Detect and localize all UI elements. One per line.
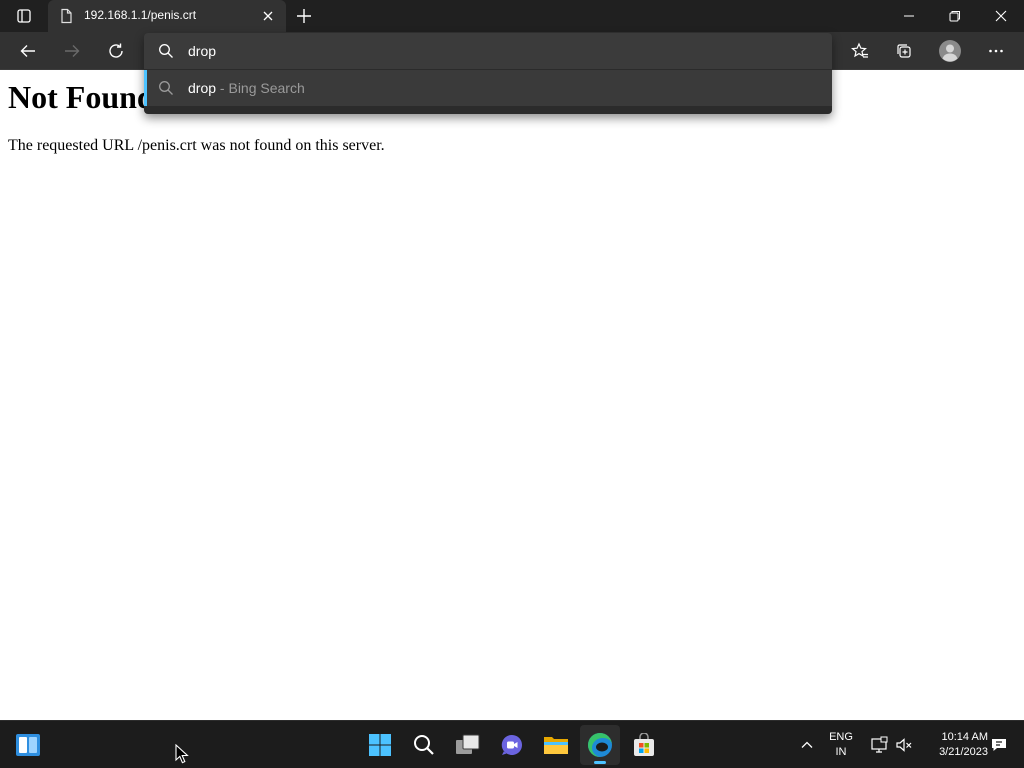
start-icon <box>369 734 391 756</box>
address-bar-dropdown: drop - Bing Search <box>144 33 832 114</box>
language-region: IN <box>835 746 847 758</box>
close-window-button[interactable] <box>978 0 1024 32</box>
address-input[interactable] <box>188 42 788 60</box>
forward-arrow-icon <box>65 45 80 57</box>
collections-icon <box>897 44 911 58</box>
file-explorer-icon <box>544 737 568 754</box>
chat-icon <box>501 734 522 755</box>
tab-actions-icon <box>17 9 31 23</box>
clock[interactable]: 10:14 AM 3/21/2023 <box>920 730 988 760</box>
page-content: Not Found The requested URL /penis.crt w… <box>0 71 1024 720</box>
suggestion-highlight <box>144 70 147 106</box>
network-button[interactable] <box>866 721 892 768</box>
minimize-icon <box>904 15 914 17</box>
chevron-up-icon <box>801 741 813 748</box>
favorites-icon <box>851 42 868 58</box>
widgets-icon <box>16 734 40 756</box>
active-app-indicator <box>594 761 606 764</box>
suggestion-term: drop <box>188 80 217 96</box>
language-code: ENG <box>829 731 853 743</box>
widgets-button[interactable] <box>8 725 48 765</box>
page-heading: Not Found <box>8 79 155 115</box>
collections-button[interactable] <box>890 37 918 65</box>
taskbar: ENG IN 10:14 AM 3/21/2023 <box>0 720 1024 768</box>
taskbar-search-button[interactable] <box>404 725 444 765</box>
minimize-button[interactable] <box>886 0 932 32</box>
profile-button[interactable] <box>936 37 964 65</box>
clock-date: 3/21/2023 <box>939 746 988 758</box>
notifications-button[interactable] <box>988 721 1010 768</box>
store-icon <box>634 733 654 756</box>
clock-time: 10:14 AM <box>941 731 988 743</box>
tab-active[interactable]: 192.168.1.1/penis.crt <box>48 0 286 32</box>
network-icon <box>871 736 888 753</box>
search-icon <box>159 81 173 95</box>
start-button[interactable] <box>360 725 400 765</box>
settings-menu-button[interactable] <box>982 37 1010 65</box>
language-indicator[interactable]: ENG IN <box>822 730 860 760</box>
page-message: The requested URL /penis.crt was not fou… <box>8 137 385 154</box>
forward-button[interactable] <box>58 37 86 65</box>
speaker-muted-icon <box>896 738 912 752</box>
suggestion-separator: - <box>216 80 229 96</box>
search-icon <box>414 735 434 755</box>
back-arrow-icon <box>20 45 35 57</box>
suggestion-text: drop - Bing Search <box>188 80 305 96</box>
page-icon <box>61 8 72 24</box>
notification-icon <box>992 739 1006 751</box>
address-bar[interactable] <box>144 33 832 69</box>
tab-title: 192.168.1.1/penis.crt <box>84 8 197 22</box>
suggestion-engine: Bing Search <box>228 80 305 96</box>
store-button[interactable] <box>624 725 664 765</box>
reload-icon <box>109 43 123 58</box>
close-icon <box>995 10 1007 22</box>
show-hidden-icons-button[interactable] <box>794 721 820 768</box>
suggestion-item[interactable]: drop - Bing Search <box>144 70 832 106</box>
mouse-cursor-icon <box>175 744 189 764</box>
task-view-icon <box>456 734 480 754</box>
volume-button[interactable] <box>892 721 916 768</box>
file-explorer-button[interactable] <box>536 725 576 765</box>
restore-button[interactable] <box>932 0 978 32</box>
more-icon <box>989 49 1003 53</box>
chat-button[interactable] <box>492 725 532 765</box>
profile-icon <box>939 40 961 62</box>
plus-icon[interactable] <box>293 5 315 27</box>
favorites-button[interactable] <box>846 37 874 65</box>
task-view-button[interactable] <box>448 725 488 765</box>
reload-button[interactable] <box>102 37 130 65</box>
title-bar: 192.168.1.1/penis.crt <box>0 0 1024 32</box>
restore-icon <box>949 11 960 22</box>
search-icon <box>159 44 173 58</box>
edge-taskbar-button[interactable] <box>580 725 620 765</box>
tab-actions-button[interactable] <box>8 4 40 28</box>
back-button[interactable] <box>14 37 42 65</box>
edge-icon <box>588 733 612 757</box>
tab-close-icon[interactable] <box>260 8 276 24</box>
